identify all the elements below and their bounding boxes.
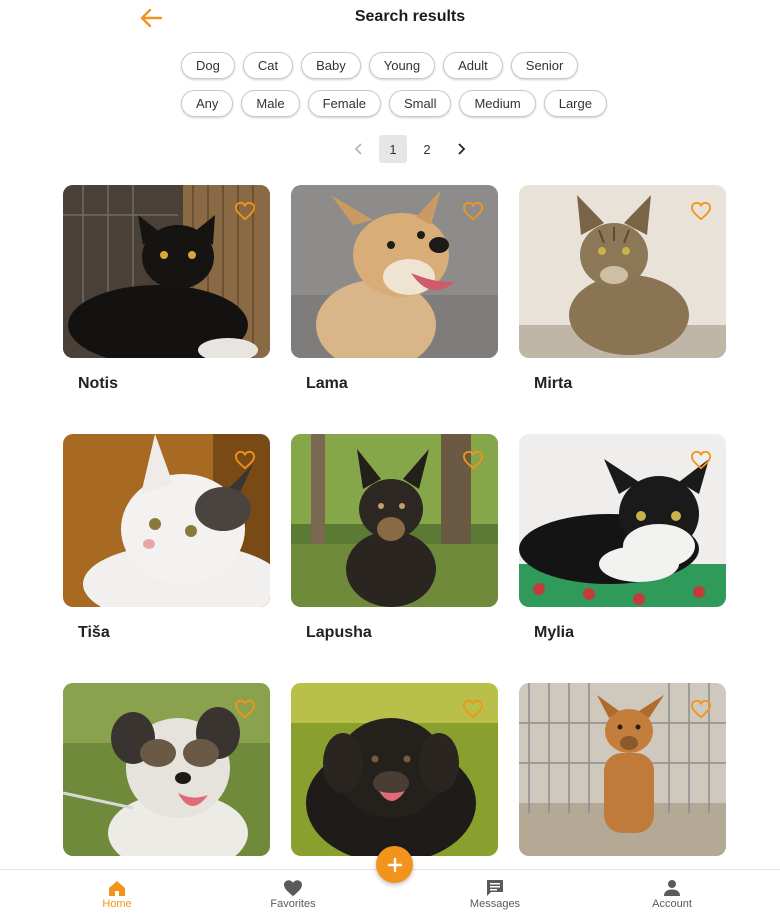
chip-large[interactable]: Large xyxy=(543,90,607,117)
plus-icon xyxy=(387,857,402,872)
pet-photo xyxy=(63,683,270,856)
pagination: 1 2 xyxy=(0,135,780,163)
chip-senior[interactable]: Senior xyxy=(510,52,579,79)
nav-favorites-label: Favorites xyxy=(270,898,316,910)
pet-card[interactable]: Tiša xyxy=(63,434,270,683)
search-results-screen: Search results Dog Cat Baby Young Adult … xyxy=(0,0,780,913)
chip-dog[interactable]: Dog xyxy=(181,52,235,79)
pet-name: Mylia xyxy=(534,624,575,641)
nav-account-label: Account xyxy=(652,898,692,910)
pet-photo xyxy=(63,185,270,358)
pet-card[interactable]: Notis xyxy=(63,185,270,434)
chip-cat[interactable]: Cat xyxy=(242,52,294,79)
pet-name: Notis xyxy=(78,375,118,392)
nav-account[interactable]: Account xyxy=(627,878,717,910)
add-pet-button[interactable] xyxy=(376,846,413,883)
message-icon xyxy=(487,880,503,896)
page-title: Search results xyxy=(354,8,466,25)
pet-name: Lama xyxy=(306,375,348,392)
heart-outline-icon[interactable] xyxy=(690,450,712,470)
pet-name: Lapusha xyxy=(306,624,372,641)
pet-photo xyxy=(519,434,726,607)
chip-young[interactable]: Young xyxy=(368,52,436,79)
nav-messages-label: Messages xyxy=(469,898,521,910)
pet-card[interactable]: Lama xyxy=(291,185,498,434)
pet-card[interactable]: Mylia xyxy=(519,434,726,683)
chip-baby[interactable]: Baby xyxy=(301,52,361,79)
nav-messages[interactable]: Messages xyxy=(450,878,540,910)
chip-adult[interactable]: Adult xyxy=(443,52,503,79)
pet-card[interactable]: Mirta xyxy=(519,185,726,434)
pet-photo xyxy=(63,434,270,607)
pet-photo xyxy=(291,185,498,358)
page-2-button[interactable]: 2 xyxy=(413,135,441,163)
chevron-right-icon xyxy=(458,143,466,155)
pet-photo xyxy=(519,683,726,856)
page-1-button[interactable]: 1 xyxy=(379,135,407,163)
chip-female[interactable]: Female xyxy=(307,90,381,117)
pet-photo xyxy=(519,185,726,358)
filter-row-species-age: Dog Cat Baby Young Adult Senior xyxy=(181,52,579,79)
heart-outline-icon[interactable] xyxy=(234,450,256,470)
nav-home[interactable]: Home xyxy=(72,878,162,910)
home-icon xyxy=(109,881,125,896)
filter-row-gender-size: Any Male Female Small Medium Large xyxy=(181,90,607,117)
chevron-left-icon xyxy=(354,143,362,155)
chip-small[interactable]: Small xyxy=(388,90,452,117)
pet-name: Tiša xyxy=(78,624,110,641)
heart-outline-icon[interactable] xyxy=(462,201,484,221)
pet-card[interactable]: Lapusha xyxy=(291,434,498,683)
pet-name: Mirta xyxy=(534,375,573,392)
heart-outline-icon[interactable] xyxy=(234,699,256,719)
previous-page-button[interactable] xyxy=(345,135,373,163)
nav-favorites[interactable]: Favorites xyxy=(248,878,338,910)
person-icon xyxy=(664,880,680,896)
heart-outline-icon[interactable] xyxy=(462,699,484,719)
heart-outline-icon[interactable] xyxy=(234,201,256,221)
nav-home-label: Home xyxy=(102,898,132,910)
next-page-button[interactable] xyxy=(447,135,475,163)
heart-icon xyxy=(284,880,302,897)
chip-male[interactable]: Male xyxy=(241,90,300,117)
pet-photo xyxy=(291,434,498,607)
pet-photo xyxy=(291,683,498,856)
chip-any[interactable]: Any xyxy=(181,90,234,117)
pet-grid: Notis Lama Mirta Tiša Lapusha Mylia xyxy=(63,185,726,913)
chip-medium[interactable]: Medium xyxy=(459,90,536,117)
heart-outline-icon[interactable] xyxy=(690,201,712,221)
heart-outline-icon[interactable] xyxy=(462,450,484,470)
heart-outline-icon[interactable] xyxy=(690,699,712,719)
